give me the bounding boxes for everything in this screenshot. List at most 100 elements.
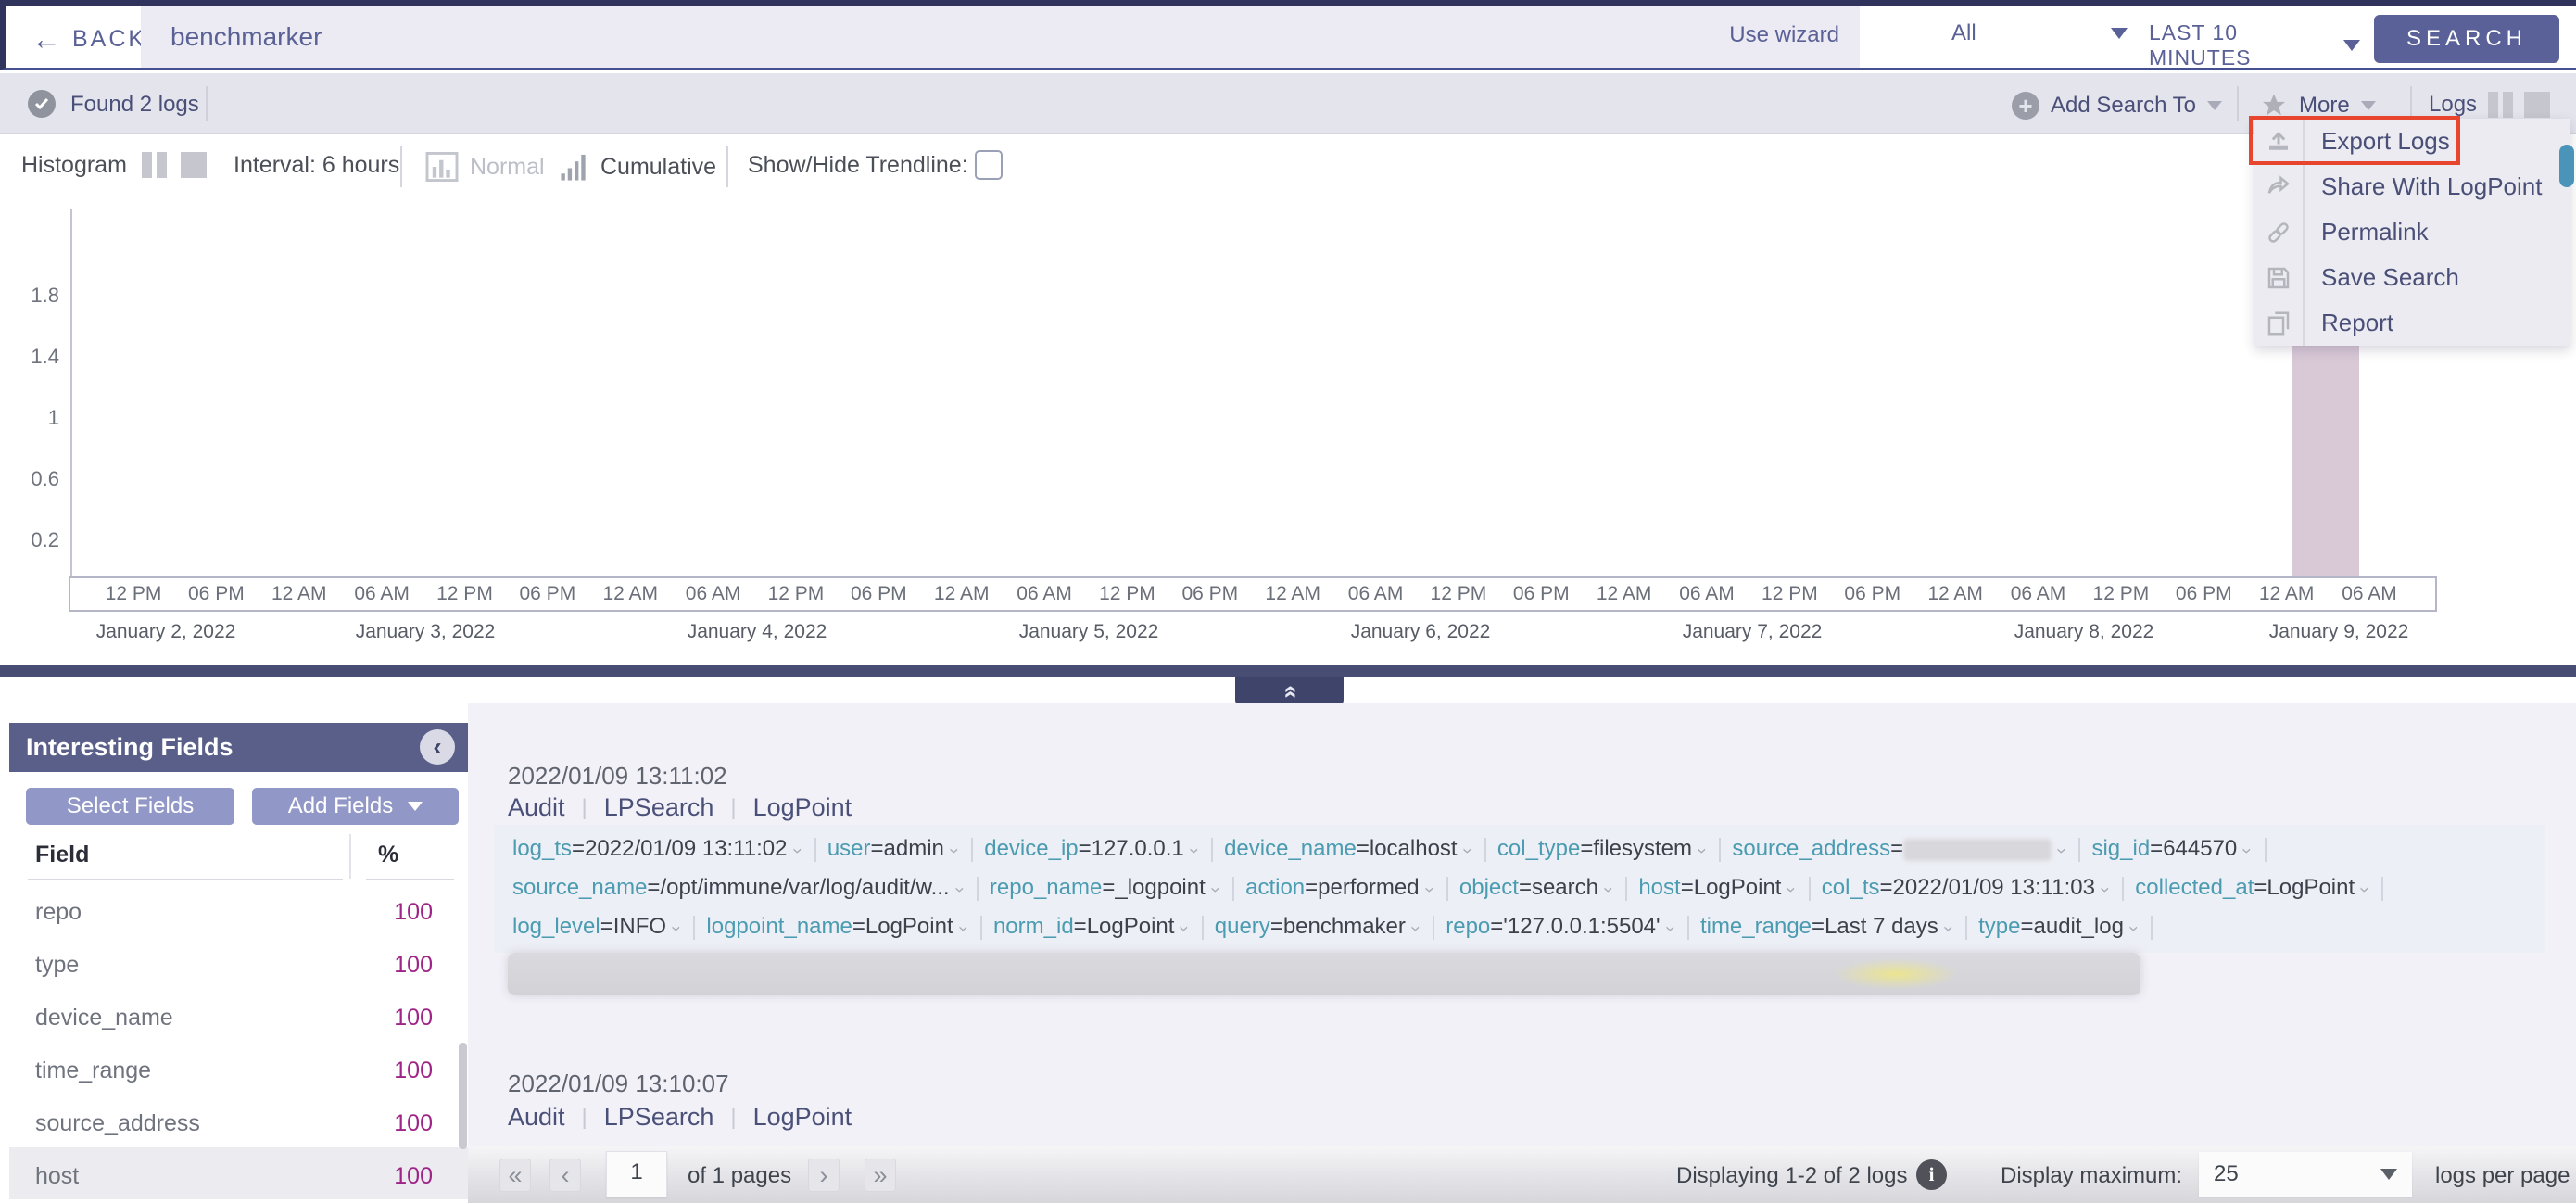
y-axis-tick-label: 1.8: [7, 284, 59, 308]
log-field-tag-source-name[interactable]: source_name=/opt/immune/var/log/audit/w.…: [512, 875, 966, 900]
more-menu: Export LogsShare With LogPointPermalinkS…: [2254, 119, 2570, 346]
section-divider: [0, 665, 2576, 677]
add-search-to-button[interactable]: + Add Search To: [2012, 92, 2222, 120]
collapse-panel-button[interactable]: ‹: [420, 729, 455, 765]
cumulative-mode-toggle[interactable]: Cumulative: [560, 152, 716, 182]
time-range-dropdown[interactable]: LAST 10 MINUTES: [2149, 20, 2360, 70]
log-source-link[interactable]: LPSearch: [604, 1103, 714, 1132]
x-axis-tick-label: 12 PM: [1431, 583, 1487, 605]
log-field-tag-host[interactable]: host=LogPoint›: [1638, 875, 1797, 900]
back-button[interactable]: ← BACK: [32, 22, 146, 57]
log-field-tag-type[interactable]: type=audit_log›: [1978, 914, 2140, 939]
chevron-down-icon: ›: [1683, 848, 1720, 854]
x-axis-tick-label: 06 AM: [1017, 583, 1072, 605]
next-page-button[interactable]: ›: [808, 1159, 840, 1192]
log-source-link[interactable]: Audit: [508, 793, 565, 822]
log-field-tag-collected-at[interactable]: collected_at=LogPoint›: [2135, 875, 2370, 900]
add-fields-button[interactable]: Add Fields: [252, 788, 459, 825]
page-number-input[interactable]: 1: [606, 1151, 667, 1197]
info-icon[interactable]: i: [1916, 1159, 1947, 1190]
x-axis-tick-label: 06 PM: [1181, 583, 1238, 605]
divider: [2237, 86, 2239, 121]
log-source-link[interactable]: LPSearch: [604, 793, 714, 822]
log-source-path: Audit|LPSearch|LogPoint: [508, 1103, 852, 1132]
more-button[interactable]: More: [2260, 92, 2376, 119]
display-maximum-select[interactable]: 25: [2199, 1152, 2412, 1197]
panel-scrollbar-thumb[interactable]: [459, 1043, 467, 1149]
log-field-tag-user[interactable]: user=admin›: [827, 836, 960, 861]
log-field-tag-device-ip[interactable]: device_ip=127.0.0.1›: [984, 836, 1200, 861]
normal-mode-toggle[interactable]: Normal: [425, 152, 545, 182]
menu-item-permalink[interactable]: Permalink: [2254, 209, 2570, 255]
full-view-icon[interactable]: [2524, 92, 2550, 118]
log-field-tag-time-range[interactable]: time_range=Last 7 days›: [1700, 914, 1954, 939]
time-range-value: LAST 10 MINUTES: [2149, 20, 2343, 70]
x-axis-tick-label: 12 PM: [1762, 583, 1818, 605]
log-field-tag-col-ts[interactable]: col_ts=2022/01/09 13:11:03›: [1822, 875, 2111, 900]
log-field-tag-sig-id[interactable]: sig_id=644570›: [2091, 836, 2253, 861]
first-page-button[interactable]: «: [499, 1159, 531, 1192]
repo-scope-dropdown[interactable]: All: [1951, 20, 2128, 46]
menu-item-save-search[interactable]: Save Search: [2254, 255, 2570, 300]
field-row-type[interactable]: type: [35, 952, 79, 979]
field-row-repo[interactable]: repo: [35, 899, 82, 926]
log-field-tag-device-name[interactable]: device_name=localhost›: [1224, 836, 1473, 861]
split-view-icon[interactable]: [2488, 92, 2513, 118]
prev-page-button[interactable]: ‹: [549, 1159, 581, 1192]
histogram-full-view-icon[interactable]: [181, 152, 207, 178]
log-field-tag-col-type[interactable]: col_type=filesystem›: [1497, 836, 1708, 861]
redacted-value: [1903, 839, 2052, 861]
chevron-down-icon: ›: [657, 926, 694, 931]
field-percent: 100: [394, 1110, 433, 1137]
log-source-link[interactable]: LogPoint: [753, 793, 852, 822]
trendline-checkbox[interactable]: [975, 150, 1003, 180]
log-field-tag-repo[interactable]: repo='127.0.0.1:5504'›: [1446, 914, 1676, 939]
menu-item-share-with-logpoint[interactable]: Share With LogPoint: [2254, 164, 2570, 209]
log-fields-block: log_ts=2022/01/09 13:11:02› user=admin› de…: [494, 825, 2545, 953]
log-field-tag-object[interactable]: object=search›: [1459, 875, 1614, 900]
log-field-tag-logpoint-name[interactable]: logpoint_name=LogPoint›: [706, 914, 969, 939]
log-timestamp: 2022/01/09 13:11:02: [508, 762, 727, 791]
page-scrollbar-thumb[interactable]: [2559, 145, 2574, 187]
log-field-tag-log-level[interactable]: log_level=INFO›: [512, 914, 682, 939]
search-button[interactable]: SEARCH: [2374, 15, 2559, 63]
x-axis-tick-label: 12 AM: [1265, 583, 1320, 605]
log-field-tag-log-ts[interactable]: log_ts=2022/01/09 13:11:02›: [512, 836, 803, 861]
select-fields-button[interactable]: Select Fields: [26, 788, 234, 825]
field-row-source-address[interactable]: source_address: [35, 1110, 200, 1137]
menu-item-report[interactable]: Report: [2254, 300, 2570, 346]
field-row-device-name[interactable]: device_name: [35, 1005, 173, 1032]
x-axis-tick-label: 06 AM: [354, 583, 410, 605]
search-query-text: benchmarker: [170, 22, 322, 52]
log-results: 2022/01/09 13:11:02 Audit|LPSearch|LogPoi…: [468, 703, 2576, 1146]
log-source-link[interactable]: Audit: [508, 1103, 565, 1132]
log-field-tag-action[interactable]: action=performed›: [1245, 875, 1435, 900]
check-circle-icon: [28, 90, 56, 118]
chevron-down-icon: ›: [935, 848, 972, 854]
chevron-down-icon: [2343, 40, 2360, 51]
last-page-button[interactable]: »: [865, 1159, 896, 1192]
back-label: BACK: [72, 26, 146, 53]
log-field-tag-norm-id[interactable]: norm_id=LogPoint›: [993, 914, 1191, 939]
chevron-down-icon: ›: [778, 848, 815, 854]
log-field-tag-query[interactable]: query=benchmaker›: [1215, 914, 1421, 939]
add-search-to-label: Add Search To: [2051, 93, 2196, 119]
x-axis-date-label: January 6, 2022: [1351, 621, 1491, 643]
histogram-split-view-icon[interactable]: [142, 152, 167, 178]
y-axis-tick-label: 0.6: [7, 467, 59, 491]
redacted-log-message: [508, 953, 2140, 995]
use-wizard-link[interactable]: Use wizard: [1729, 22, 1839, 48]
divider: [2410, 86, 2412, 121]
share-icon: [2254, 164, 2305, 209]
search-query-input[interactable]: benchmarker Use wizard: [141, 6, 1860, 68]
x-axis-tick-label: 06 AM: [1348, 583, 1404, 605]
menu-item-export-logs[interactable]: Export Logs: [2254, 119, 2570, 164]
pagination-bar: « ‹ 1 of 1 pages › » Displaying 1-2 of 2…: [468, 1146, 2576, 1203]
log-field-tag-source-address[interactable]: source_address=›: [1732, 836, 2067, 861]
column-header-percent: %: [378, 842, 398, 868]
log-field-tag-repo-name[interactable]: repo_name=_logpoint›: [990, 875, 1221, 900]
x-axis-tick-label: 06 AM: [1679, 583, 1735, 605]
field-row-time-range[interactable]: time_range: [35, 1057, 151, 1084]
log-source-link[interactable]: LogPoint: [753, 1103, 852, 1132]
field-row-host[interactable]: host: [35, 1163, 79, 1190]
